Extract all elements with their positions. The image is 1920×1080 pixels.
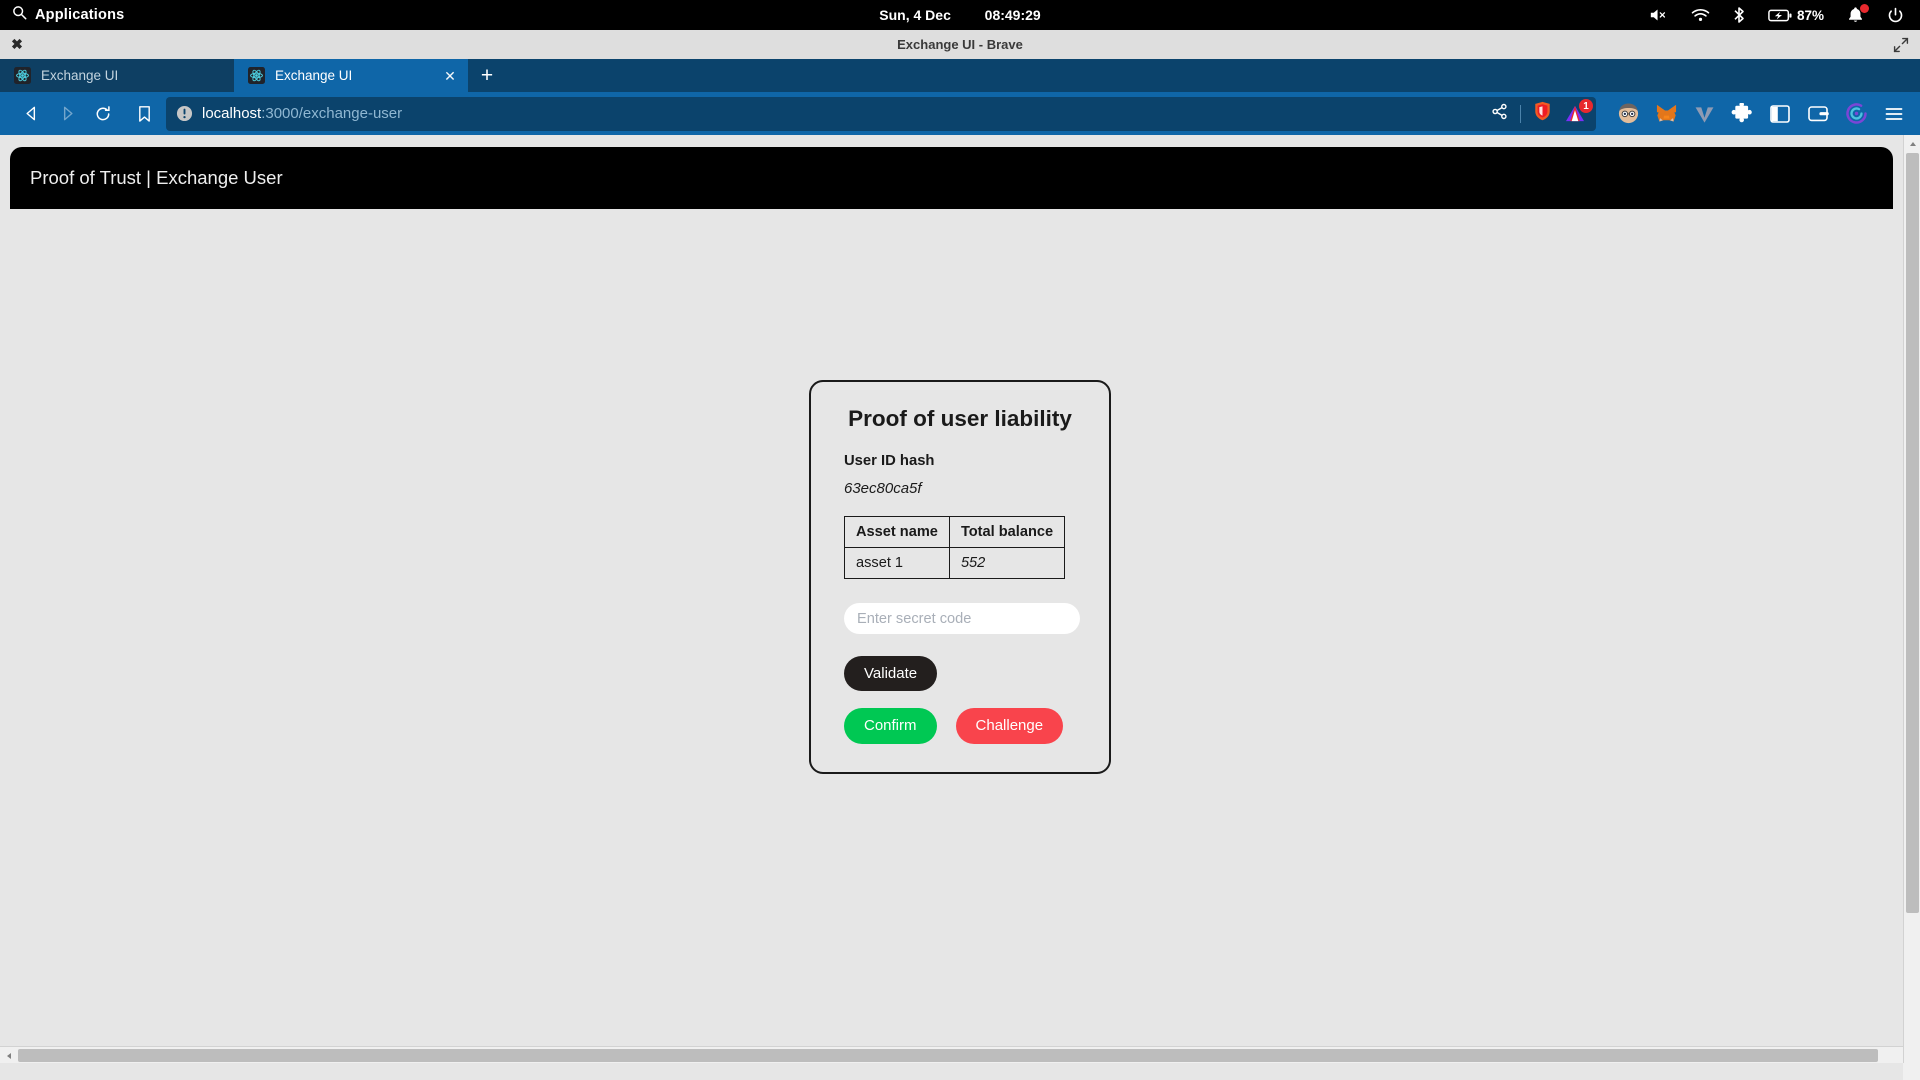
os-clock: Sun, 4 Dec 08:49:29 <box>0 7 1920 23</box>
hamburger-menu-icon[interactable] <box>1882 102 1906 126</box>
forward-arrow-icon <box>50 97 84 131</box>
scroll-left-arrow-icon[interactable] <box>0 1047 17 1064</box>
system-tray: 87% <box>1649 0 1920 30</box>
web-page: Proof of Trust | Exchange User Proof of … <box>0 135 1903 1063</box>
omnibox-actions: 1 <box>1477 99 1593 126</box>
power-icon[interactable] <box>1887 7 1904 24</box>
tab-strip: Exchange UI Exchange UI ✕ + <box>0 59 1920 92</box>
volume-muted-icon[interactable] <box>1649 7 1669 23</box>
notification-dot <box>1860 4 1869 13</box>
bookmark-icon[interactable] <box>126 97 162 131</box>
address-bar-url: localhost:3000/exchange-user <box>202 105 402 122</box>
wifi-icon[interactable] <box>1691 8 1710 23</box>
window-titlebar: ✖ Exchange UI - Brave <box>0 30 1920 59</box>
extension-alert-icon[interactable]: 1 <box>1564 99 1593 123</box>
column-header-total-balance: Total balance <box>948 516 1066 548</box>
vertical-scrollbar[interactable] <box>1903 135 1920 1080</box>
browser-tab-1-label: Exchange UI <box>41 68 119 83</box>
os-top-panel: Applications Sun, 4 Dec 08:49:29 87% <box>0 0 1920 30</box>
window-close-button[interactable]: ✖ <box>0 30 34 59</box>
new-tab-button[interactable]: + <box>468 59 506 92</box>
page-viewport: Proof of Trust | Exchange User Proof of … <box>0 135 1920 1080</box>
clock-time: 08:49:29 <box>984 7 1041 23</box>
page-title: Proof of Trust | Exchange User <box>30 167 283 188</box>
applications-label: Applications <box>35 7 125 23</box>
react-favicon <box>248 67 265 84</box>
share-icon[interactable] <box>1491 103 1508 125</box>
cell-total-balance: 552 <box>948 547 1066 579</box>
validate-button[interactable]: Validate <box>844 656 938 692</box>
url-path: :3000/exchange-user <box>261 105 403 122</box>
brave-wallet-icon[interactable] <box>1806 102 1830 126</box>
confirm-button[interactable]: Confirm <box>844 708 937 744</box>
extension-alert-badge: 1 <box>1579 99 1593 113</box>
browser-tab-1[interactable]: Exchange UI <box>0 59 234 92</box>
extension-icons <box>1602 102 1906 126</box>
profile-avatar-extension-icon[interactable] <box>1616 102 1640 126</box>
horizontal-scrollbar[interactable] <box>0 1046 1903 1063</box>
browser-toolbar: localhost:3000/exchange-user 1 <box>0 92 1920 135</box>
battery-percent: 87% <box>1796 7 1824 23</box>
close-icon[interactable]: ✕ <box>442 69 458 83</box>
scroll-up-arrow-icon[interactable] <box>1904 135 1920 152</box>
cell-asset-name: asset 1 <box>844 547 950 579</box>
table-header-row: Asset name Total balance <box>844 516 1066 548</box>
window-title: Exchange UI - Brave <box>897 37 1023 52</box>
omnibox-wrapper: localhost:3000/exchange-user 1 <box>126 96 1596 131</box>
reload-icon[interactable] <box>86 97 120 131</box>
extensions-puzzle-icon[interactable] <box>1730 102 1754 126</box>
metamask-fox-icon[interactable] <box>1654 102 1678 126</box>
clock-date: Sun, 4 Dec <box>879 7 951 23</box>
url-host: localhost <box>202 105 262 122</box>
applications-menu[interactable]: Applications <box>0 5 124 25</box>
horizontal-scrollbar-thumb[interactable] <box>18 1049 1878 1062</box>
toolbar-divider <box>1520 104 1521 123</box>
table-row: asset 1 552 <box>844 547 1066 579</box>
browser-tab-2-label: Exchange UI <box>275 68 353 83</box>
balances-table: Asset name Total balance asset 1 552 <box>844 516 1066 579</box>
notification-bell-icon[interactable] <box>1846 4 1869 24</box>
vertical-scrollbar-thumb[interactable] <box>1906 153 1919 913</box>
brave-shields-icon[interactable] <box>1533 101 1552 126</box>
secret-code-input[interactable] <box>844 603 1080 634</box>
vee-wallet-icon[interactable] <box>1692 102 1716 126</box>
challenge-button[interactable]: Challenge <box>955 708 1064 744</box>
card-title: Proof of user liability <box>848 406 1072 431</box>
browser-tab-2[interactable]: Exchange UI ✕ <box>234 59 468 92</box>
maximize-icon[interactable] <box>1892 36 1910 54</box>
brave-leo-icon[interactable] <box>1844 102 1868 126</box>
scrollbar-corner <box>1903 1063 1920 1080</box>
search-icon <box>12 5 27 25</box>
address-bar[interactable]: localhost:3000/exchange-user 1 <box>166 96 1596 131</box>
proof-of-user-liability-card: Proof of user liability User ID hash 63e… <box>809 380 1111 774</box>
action-button-row: Confirm Challenge <box>844 708 1076 744</box>
battery-charging-indicator[interactable]: 87% <box>1768 8 1824 23</box>
not-secure-info-icon[interactable] <box>176 105 193 122</box>
sidebar-panel-icon[interactable] <box>1768 102 1792 126</box>
user-id-hash-label: User ID hash <box>844 453 935 469</box>
column-header-asset-name: Asset name <box>844 516 950 548</box>
app-header: Proof of Trust | Exchange User <box>10 147 1893 209</box>
bluetooth-icon[interactable] <box>1732 6 1746 24</box>
back-arrow-icon[interactable] <box>14 97 48 131</box>
react-favicon <box>14 67 31 84</box>
user-id-hash-value: 63ec80ca5f <box>844 480 922 497</box>
